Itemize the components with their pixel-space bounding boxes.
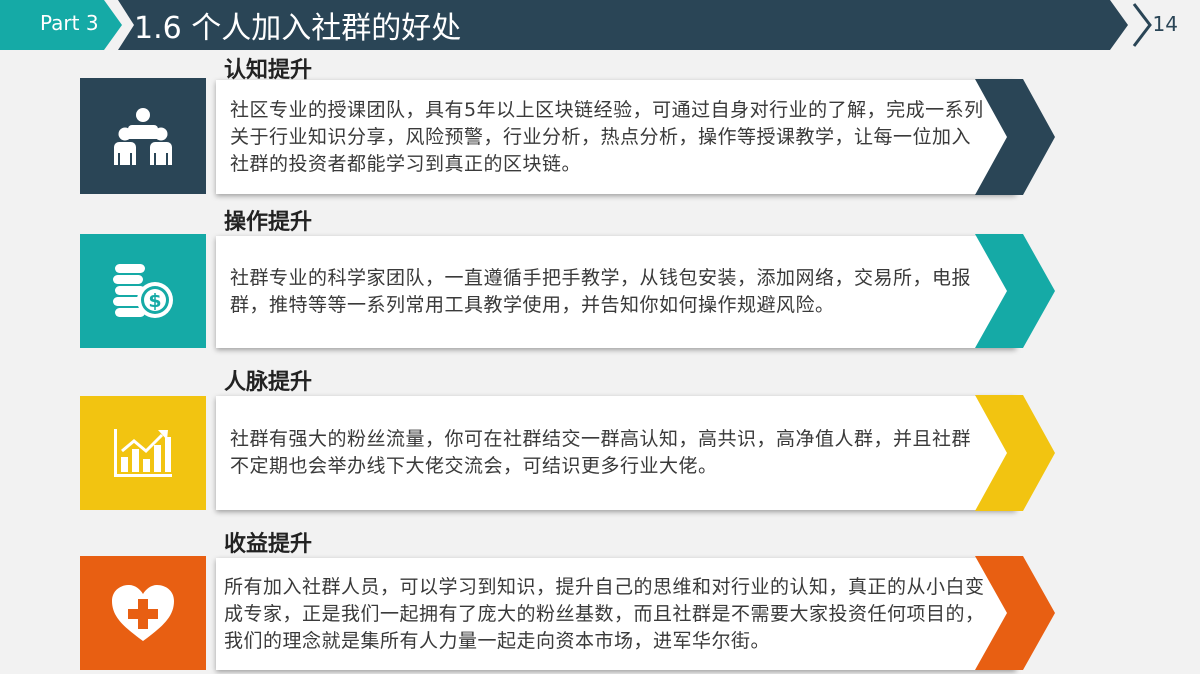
- section-title-network: 人脉提升: [224, 370, 313, 395]
- coins-dollar-icon: $: [113, 264, 173, 318]
- chevron-right-icon: [975, 234, 1055, 348]
- section-icon-box-operation: $: [80, 234, 206, 348]
- section-card-operation: 社群专业的科学家团队，一直遵循手把手教学，从钱包安装，添加网络，交易所，电报群，…: [216, 236, 1016, 348]
- page-title: 1.6 个人加入社群的好处: [134, 11, 462, 46]
- header-bar: Part 3 1.6 个人加入社群的好处 14: [0, 0, 1200, 50]
- section-icon-box-network: [80, 396, 206, 510]
- section-text-operation: 社群专业的科学家团队，一直遵循手把手教学，从钱包安装，添加网络，交易所，电报群，…: [230, 267, 972, 316]
- part-label: Part 3: [40, 11, 99, 35]
- people-group-icon: [114, 108, 172, 165]
- heart-plus-icon: [112, 585, 174, 641]
- section-card-income: 所有加入社群人员，可以学习到知识，提升自己的思维和对行业的认知，真正的从小白变成…: [216, 558, 1016, 670]
- section-title-operation: 操作提升: [224, 210, 313, 235]
- chevron-right-icon: [975, 556, 1055, 670]
- growth-chart-icon: [114, 429, 172, 477]
- section-text-network: 社群有强大的粉丝流量，你可在社群结交一群高认知，高共识，高净值人群，并且社群不定…: [230, 428, 972, 477]
- svg-text:$: $: [148, 290, 161, 312]
- page-number: 14: [1152, 12, 1178, 36]
- section-card-network: 社群有强大的粉丝流量，你可在社群结交一群高认知，高共识，高净值人群，并且社群不定…: [216, 396, 1016, 510]
- section-icon-box-income: [80, 556, 206, 670]
- section-title-income: 收益提升: [224, 532, 313, 557]
- section-text-cognition: 社区专业的授课团队，具有5年以上区块链经验，可通过自身对行业的了解，完成一系列关…: [230, 98, 984, 175]
- chevron-right-icon: [975, 395, 1055, 511]
- section-icon-box-cognition: [80, 78, 206, 194]
- section-card-cognition: 社区专业的授课团队，具有5年以上区块链经验，可通过自身对行业的了解，完成一系列关…: [216, 80, 1016, 194]
- section-text-income: 所有加入社群人员，可以学习到知识，提升自己的思维和对行业的认知，真正的从小白变成…: [224, 575, 985, 652]
- chevron-right-icon: [975, 79, 1055, 195]
